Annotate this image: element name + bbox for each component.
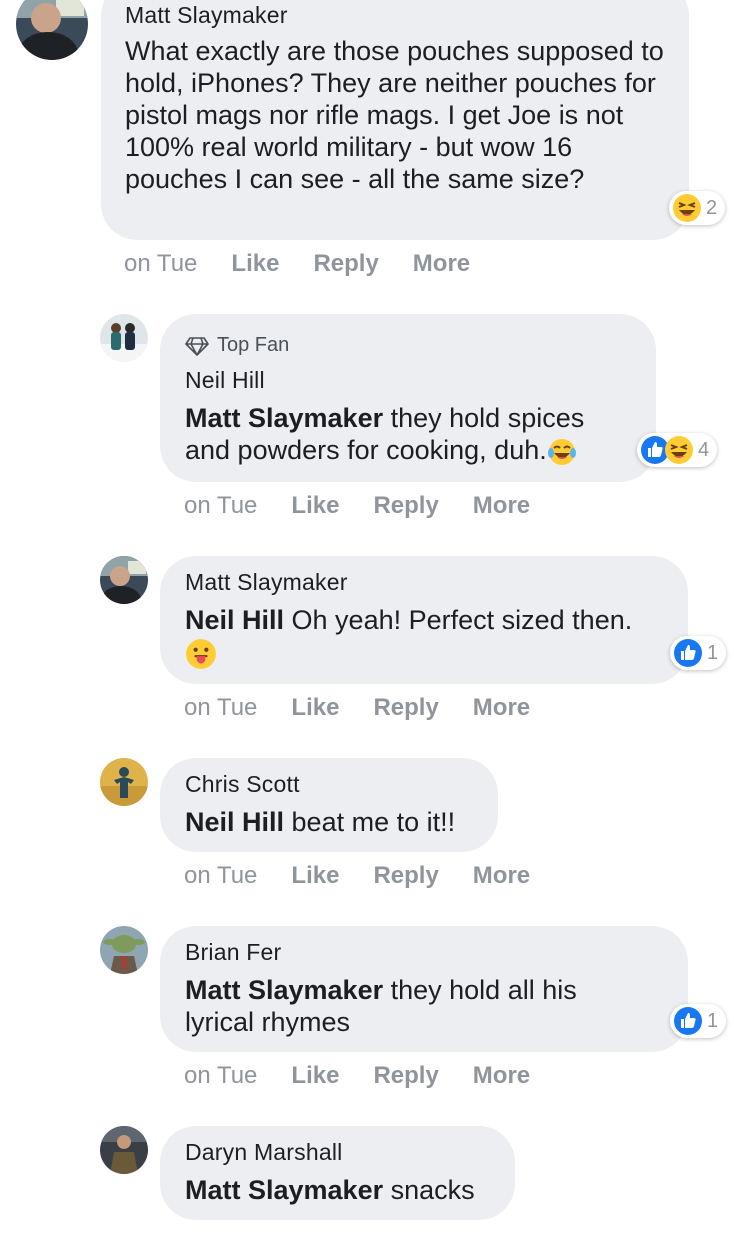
like-icon <box>674 639 702 667</box>
comment-timestamp[interactable]: on Tue <box>184 694 257 722</box>
comment-timestamp[interactable]: on Tue <box>184 492 257 520</box>
comment-text: Neil Hill beat me to it!! <box>185 806 476 838</box>
comment-actions: on Tue Like Reply More <box>124 250 470 278</box>
tongue-out-emoji-icon <box>186 638 216 669</box>
like-button[interactable]: Like <box>291 1062 339 1090</box>
comment-text: Neil Hill Oh yeah! Perfect sized then. <box>185 604 666 670</box>
more-button[interactable]: More <box>413 250 470 278</box>
top-fan-badge: Top Fan <box>185 334 634 357</box>
more-button[interactable]: More <box>473 1062 530 1090</box>
avatar[interactable] <box>100 556 148 604</box>
avatar[interactable] <box>100 1126 148 1174</box>
comment-author[interactable]: Brian Fer <box>185 939 666 966</box>
comment-text: Matt Slaymaker snacks <box>185 1174 493 1206</box>
comment-actions: on Tue Like Reply More <box>184 694 530 722</box>
comment-bubble: Top Fan Neil Hill Matt Slaymaker they ho… <box>160 314 656 482</box>
more-button[interactable]: More <box>473 862 530 890</box>
like-button[interactable]: Like <box>291 694 339 722</box>
comment-text: What exactly are those pouches supposed … <box>125 35 666 195</box>
comment-timestamp[interactable]: on Tue <box>124 250 197 278</box>
avatar[interactable] <box>100 926 148 974</box>
mention-link[interactable]: Matt Slaymaker <box>185 403 383 433</box>
comment-actions: on Tue Like Reply More <box>184 1062 530 1090</box>
reaction-count: 1 <box>707 1009 719 1032</box>
laughing-emoji-icon <box>673 194 701 222</box>
mention-link[interactable]: Matt Slaymaker <box>185 975 383 1005</box>
comment-text: Matt Slaymaker they hold all his lyrical… <box>185 974 625 1038</box>
like-button[interactable]: Like <box>291 492 339 520</box>
diamond-icon <box>185 336 209 356</box>
comment-text-segment: snacks <box>383 1175 475 1205</box>
avatar[interactable] <box>16 0 88 60</box>
more-button[interactable]: More <box>473 492 530 520</box>
comment-author[interactable]: Matt Slaymaker <box>125 2 666 29</box>
reaction-count: 1 <box>707 641 719 664</box>
reply-button[interactable]: Reply <box>373 694 438 722</box>
tears-of-joy-emoji-icon <box>547 438 576 465</box>
reaction-summary[interactable]: 4 <box>637 433 718 467</box>
top-fan-label: Top Fan <box>217 334 290 356</box>
comment-author[interactable]: Neil Hill <box>185 367 634 394</box>
comment-author[interactable]: Matt Slaymaker <box>185 569 666 596</box>
like-icon <box>674 1007 702 1035</box>
more-button[interactable]: More <box>473 694 530 722</box>
reply-button[interactable]: Reply <box>373 1062 438 1090</box>
laughing-emoji-icon <box>665 436 693 464</box>
reaction-summary[interactable]: 2 <box>669 191 726 225</box>
reaction-count: 2 <box>706 196 718 219</box>
comment-bubble: Brian Fer Matt Slaymaker they hold all h… <box>160 926 688 1052</box>
comment-text-segment: Oh yeah! Perfect sized then. <box>284 605 633 635</box>
comment-bubble: Daryn Marshall Matt Slaymaker snacks <box>160 1126 515 1220</box>
comment-actions: on Tue Like Reply More <box>184 862 530 890</box>
comment-actions: on Tue Like Reply More <box>184 492 530 520</box>
comment-text-segment: beat me to it!! <box>284 807 456 837</box>
like-button[interactable]: Like <box>291 862 339 890</box>
comment-timestamp[interactable]: on Tue <box>184 862 257 890</box>
reaction-summary[interactable]: 1 <box>670 636 727 670</box>
comment-author[interactable]: Chris Scott <box>185 771 476 798</box>
reply-button[interactable]: Reply <box>313 250 378 278</box>
reply-button[interactable]: Reply <box>373 492 438 520</box>
avatar[interactable] <box>100 314 148 362</box>
comment-author[interactable]: Daryn Marshall <box>185 1139 493 1166</box>
reply-button[interactable]: Reply <box>373 862 438 890</box>
reaction-summary[interactable]: 1 <box>670 1004 727 1038</box>
like-button[interactable]: Like <box>231 250 279 278</box>
comment-text-segment: What exactly are those pouches supposed … <box>125 36 664 194</box>
comment-bubble: Chris Scott Neil Hill beat me to it!! <box>160 758 498 852</box>
comment-text: Matt Slaymaker they hold spices and powd… <box>185 402 625 467</box>
comment-bubble: Matt Slaymaker What exactly are those po… <box>101 0 689 240</box>
mention-link[interactable]: Neil Hill <box>185 605 284 635</box>
mention-link[interactable]: Neil Hill <box>185 807 284 837</box>
reaction-count: 4 <box>698 438 710 461</box>
mention-link[interactable]: Matt Slaymaker <box>185 1175 383 1205</box>
comment-timestamp[interactable]: on Tue <box>184 1062 257 1090</box>
avatar[interactable] <box>100 758 148 806</box>
comment-bubble: Matt Slaymaker Neil Hill Oh yeah! Perfec… <box>160 556 688 684</box>
